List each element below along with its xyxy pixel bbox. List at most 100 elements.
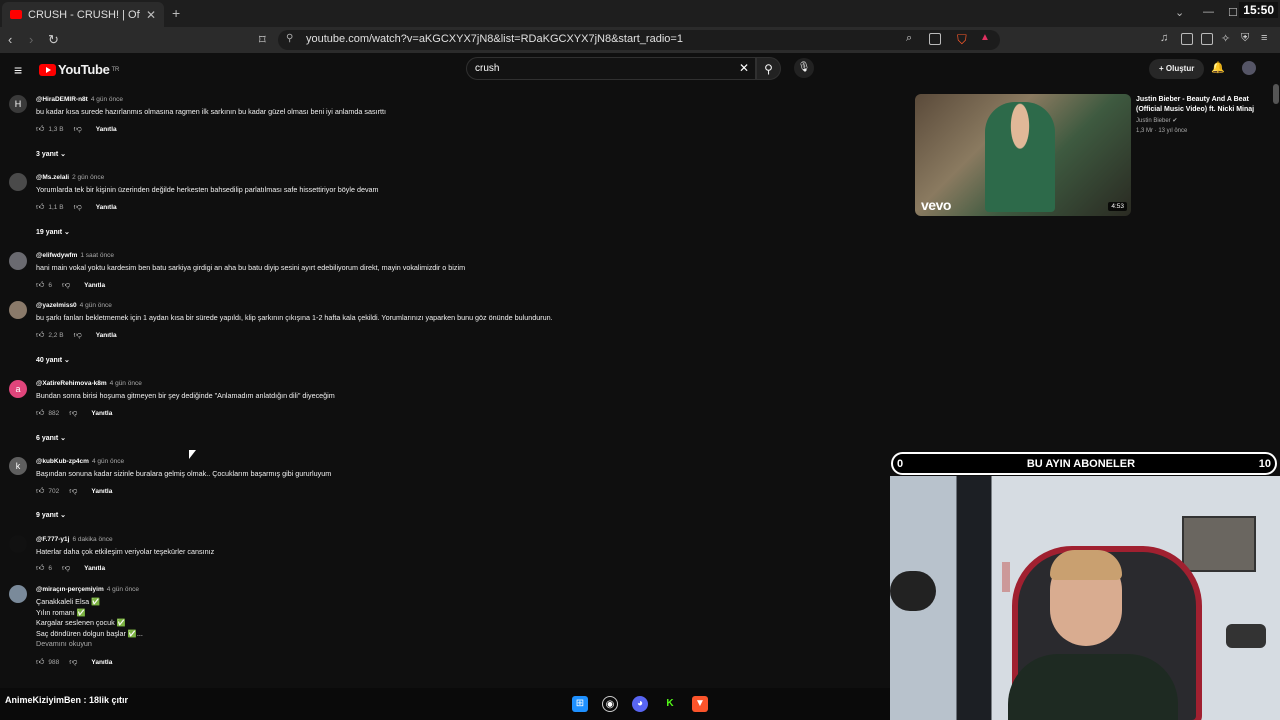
replies-toggle[interactable]: 40 yanıt ⌄: [36, 356, 70, 364]
maximize-icon[interactable]: ☐: [1228, 6, 1238, 19]
avatar[interactable]: [1242, 61, 1256, 75]
replies-toggle[interactable]: 9 yanıt ⌄: [36, 511, 66, 519]
replies-toggle[interactable]: 19 yanıt ⌄: [36, 228, 70, 236]
comment-author[interactable]: @HiraDEMIR-n8t 4 gün önce: [36, 96, 123, 103]
site-info-icon[interactable]: ⚲: [286, 33, 293, 44]
like-icon[interactable]: 👍︎: [36, 280, 44, 290]
comment-author[interactable]: @kubKub-zp4cm 4 gün önce: [36, 458, 124, 465]
wallet-icon[interactable]: [1201, 33, 1213, 45]
windows-start-icon[interactable]: ⊞: [572, 696, 588, 712]
comment-avatar[interactable]: [9, 173, 27, 191]
logo-text: YouTube: [58, 62, 110, 77]
comment-author[interactable]: @XatireRehimova-k8m 4 gün önce: [36, 380, 142, 387]
like-icon[interactable]: 👍︎: [36, 486, 44, 496]
read-more-link[interactable]: Devamını okuyun: [36, 639, 143, 650]
brave-shield-icon[interactable]: ⛉: [957, 32, 967, 48]
chevron-down-icon[interactable]: ⌄: [1175, 6, 1184, 19]
discord-icon[interactable]: ◕: [632, 696, 648, 712]
goal-target: 10: [1258, 457, 1271, 470]
recommended-video-thumbnail[interactable]: vevo 4:53: [915, 94, 1131, 216]
reload-icon[interactable]: ↻: [48, 32, 59, 48]
reply-button[interactable]: Yanıtla: [84, 565, 105, 572]
browser-tab-active[interactable]: CRUSH - CRUSH! | Official Music ✕: [2, 2, 164, 27]
like-icon[interactable]: 👍︎: [36, 657, 44, 667]
menu-icon[interactable]: ≡: [1261, 32, 1267, 44]
reply-button[interactable]: Yanıtla: [96, 126, 117, 133]
reply-button[interactable]: Yanıtla: [96, 204, 117, 211]
youtube-play-icon: [39, 63, 56, 76]
chevron-down-icon: ⌄: [60, 151, 67, 158]
reply-button[interactable]: Yanıtla: [96, 332, 117, 339]
zoom-icon[interactable]: ⌕: [906, 32, 912, 45]
like-count: 1,3 B: [48, 125, 64, 133]
search-button[interactable]: ⚲: [756, 57, 781, 80]
wall-ornament: [1002, 562, 1010, 592]
reply-button[interactable]: Yanıtla: [91, 410, 112, 417]
dislike-icon[interactable]: 👎︎: [69, 486, 77, 496]
comment-author[interactable]: @yazelmiss0 4 gün önce: [36, 302, 112, 309]
like-count: 6: [48, 564, 52, 572]
reply-button[interactable]: Yanıtla: [84, 282, 105, 289]
clear-search-icon[interactable]: ✕: [739, 61, 749, 75]
comment-avatar[interactable]: a: [9, 380, 27, 398]
dislike-icon[interactable]: 👎︎: [74, 202, 82, 212]
cast-icon[interactable]: [929, 33, 941, 45]
comment-actions: 👍︎ 702 👎︎ Yanıtla: [36, 486, 112, 496]
guide-menu-icon[interactable]: ≡: [14, 62, 22, 78]
back-icon[interactable]: ‹: [8, 32, 12, 47]
dislike-icon[interactable]: 👎︎: [74, 330, 82, 340]
comment-text: bu şarkı fanları bekletmemek için 1 ayda…: [36, 313, 553, 322]
youtube-logo[interactable]: YouTube TR: [39, 62, 119, 77]
chevron-down-icon: ⌄: [64, 229, 70, 236]
search-input[interactable]: crush ✕: [466, 57, 756, 80]
voice-search-button[interactable]: 🎙: [794, 58, 814, 78]
like-icon[interactable]: 👍︎: [36, 330, 44, 340]
minimize-icon[interactable]: —: [1203, 6, 1214, 18]
comment-avatar[interactable]: H: [9, 95, 27, 113]
brave-browser-icon[interactable]: ▼: [692, 696, 708, 712]
media-icon[interactable]: ♫: [1160, 32, 1168, 44]
comment-text: hani main vokal yoktu kardesim ben batu …: [36, 263, 466, 272]
dislike-icon[interactable]: 👎︎: [74, 124, 82, 134]
comment-avatar[interactable]: [9, 301, 27, 319]
video-duration: 4:53: [1108, 202, 1127, 211]
browser-toolbar: ‹ › ↻ ⌑ ⚲ youtube.com/watch?v=aKGCXYX7jN…: [0, 27, 1280, 53]
comment-avatar[interactable]: [9, 252, 27, 270]
comment-author[interactable]: @miraçın-perçemiyim 4 gün önce: [36, 586, 139, 593]
comment-avatar[interactable]: k: [9, 457, 27, 475]
notifications-bell-icon[interactable]: 🔔: [1211, 61, 1225, 74]
comment-author[interactable]: @elifwdywfm 1 saat önce: [36, 252, 114, 259]
like-icon[interactable]: 👍︎: [36, 563, 44, 573]
bookmark-icon[interactable]: ⌑: [259, 32, 266, 48]
comment-author[interactable]: @Ms.zelali 2 gün önce: [36, 174, 104, 181]
dislike-icon[interactable]: 👎︎: [62, 563, 70, 573]
dislike-icon[interactable]: 👎︎: [69, 408, 77, 418]
kick-icon[interactable]: K: [662, 696, 678, 712]
forward-icon[interactable]: ›: [29, 32, 33, 47]
replies-toggle[interactable]: 3 yanıt ⌄: [36, 150, 66, 158]
reply-button[interactable]: Yanıtla: [91, 488, 112, 495]
obs-icon[interactable]: ◉: [602, 696, 618, 712]
reply-button[interactable]: Yanıtla: [91, 659, 112, 666]
like-icon[interactable]: 👍︎: [36, 124, 44, 134]
leo-ai-icon[interactable]: ✧: [1221, 32, 1230, 45]
recommended-video-title[interactable]: Justin Bieber - Beauty And A Beat (Offic…: [1136, 95, 1276, 115]
recommended-channel[interactable]: Justin Bieber ✔: [1136, 117, 1177, 124]
comment-avatar[interactable]: [9, 535, 27, 553]
brave-rewards-icon[interactable]: ▲: [980, 32, 990, 43]
tab-close-icon[interactable]: ✕: [146, 8, 156, 22]
like-icon[interactable]: 👍︎: [36, 202, 44, 212]
comment-author[interactable]: @F.777-y1j 6 dakika önce: [36, 536, 113, 543]
dislike-icon[interactable]: 👎︎: [62, 280, 70, 290]
vpn-icon[interactable]: ⛨: [1241, 32, 1249, 45]
sidebar-icon[interactable]: [1181, 33, 1193, 45]
streamer-hair: [1050, 550, 1122, 580]
new-tab-button[interactable]: +: [172, 5, 180, 21]
comment-text: Yorumlarda tek bir kişinin üzerinden değ…: [36, 185, 379, 194]
like-icon[interactable]: 👍︎: [36, 408, 44, 418]
replies-toggle[interactable]: 6 yanıt ⌄: [36, 434, 66, 442]
comment-avatar[interactable]: [9, 585, 27, 603]
create-button[interactable]: + Oluştur: [1149, 59, 1205, 79]
url-bar[interactable]: ⚲ youtube.com/watch?v=aKGCXYX7jN8&list=R…: [278, 30, 1000, 50]
dislike-icon[interactable]: 👎︎: [69, 657, 77, 667]
